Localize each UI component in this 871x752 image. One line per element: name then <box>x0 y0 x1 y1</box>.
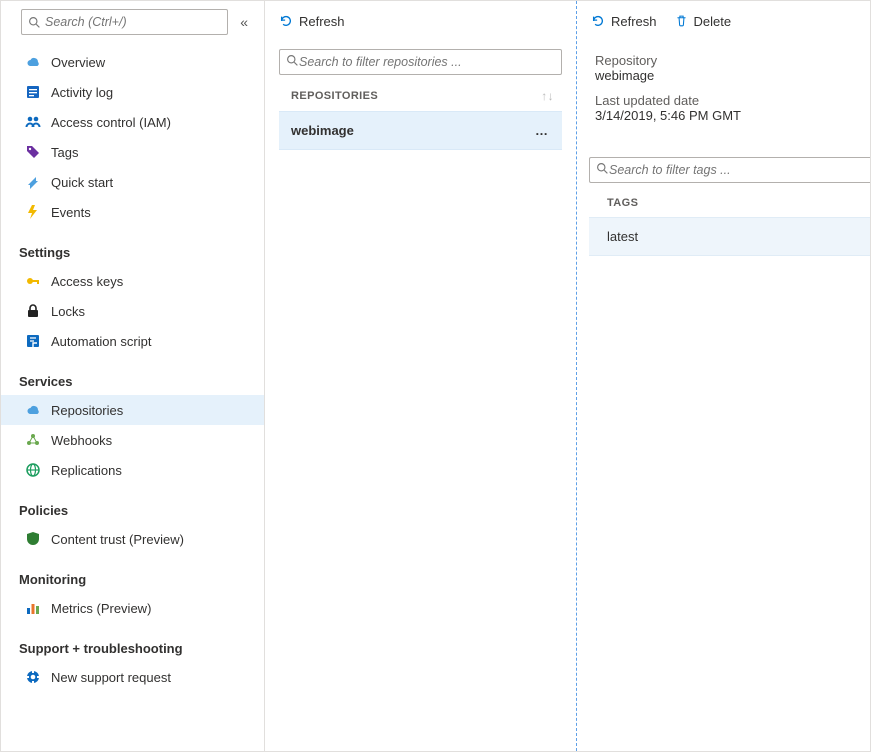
sidebar-item-tags[interactable]: Tags <box>1 137 264 167</box>
sidebar-item-label: Locks <box>51 304 252 319</box>
sidebar-item-label: Activity log <box>51 85 252 100</box>
sidebar-item-replications[interactable]: Replications <box>1 455 264 485</box>
sidebar-item-label: Access control (IAM) <box>51 115 252 130</box>
detail-value: webimage <box>595 68 852 83</box>
collapse-sidebar-button[interactable]: « <box>236 12 252 32</box>
refresh-button[interactable]: Refresh <box>279 14 345 29</box>
sidebar-item-events[interactable]: Events <box>1 197 264 227</box>
tag-icon <box>25 144 41 160</box>
sidebar-item-activity-log[interactable]: Activity log <box>1 77 264 107</box>
more-icon[interactable]: … <box>535 123 550 138</box>
shield-icon <box>25 531 41 547</box>
sidebar-item-label: Access keys <box>51 274 252 289</box>
sidebar-item-label: Overview <box>51 55 252 70</box>
sidebar-item-label: Quick start <box>51 175 252 190</box>
sidebar-item-label: Events <box>51 205 252 220</box>
tag-filter-input[interactable] <box>609 163 864 177</box>
sidebar-item-overview[interactable]: Overview <box>1 47 264 77</box>
repositories-header: REPOSITORIES <box>291 90 378 102</box>
sidebar-item-access-control-iam-[interactable]: Access control (IAM) <box>1 107 264 137</box>
sidebar-item-quick-start[interactable]: Quick start <box>1 167 264 197</box>
repositories-panel: Refresh REPOSITORIES ↑↓ webimage … <box>265 1 577 751</box>
search-icon <box>596 162 609 178</box>
sidebar-item-label: Webhooks <box>51 433 252 448</box>
sidebar-item-webhooks[interactable]: Webhooks <box>1 425 264 455</box>
repo-filter-input[interactable] <box>299 55 555 69</box>
sidebar-search[interactable] <box>21 9 228 35</box>
refresh-icon <box>279 14 293 28</box>
detail-label: Last updated date <box>595 93 852 108</box>
sidebar-item-label: Replications <box>51 463 252 478</box>
tags-header: TAGS <box>589 189 870 217</box>
sidebar-item-label: Content trust (Preview) <box>51 532 252 547</box>
delete-button[interactable]: Delete <box>675 14 732 29</box>
sidebar-item-label: Repositories <box>51 403 252 418</box>
sidebar-item-content-trust-preview-[interactable]: Content trust (Preview) <box>1 524 264 554</box>
sidebar-item-label: Automation script <box>51 334 252 349</box>
log-icon <box>25 84 41 100</box>
script-icon <box>25 333 41 349</box>
sort-icon[interactable]: ↑↓ <box>541 89 554 103</box>
sidebar-item-label: Metrics (Preview) <box>51 601 252 616</box>
nav-group-title: Services <box>1 362 264 395</box>
nav-group-title: Support + troubleshooting <box>1 629 264 662</box>
sidebar-item-metrics-preview-[interactable]: Metrics (Preview) <box>1 593 264 623</box>
trash-icon <box>675 14 688 28</box>
bolt-icon <box>25 204 41 220</box>
refresh-label: Refresh <box>299 14 345 29</box>
chart-icon <box>25 600 41 616</box>
repository-detail-panel: Refresh Delete Repositorywebimage Last up… <box>577 1 870 751</box>
sidebar-item-new-support-request[interactable]: New support request <box>1 662 264 692</box>
tag-item[interactable]: latest <box>589 217 870 256</box>
webhook-icon <box>25 432 41 448</box>
sidebar-item-repositories[interactable]: Repositories <box>1 395 264 425</box>
sidebar-search-input[interactable] <box>45 15 221 29</box>
lock-icon <box>25 303 41 319</box>
sidebar-item-locks[interactable]: Locks <box>1 296 264 326</box>
nav-group-title: Policies <box>1 491 264 524</box>
nav-group-title: Settings <box>1 233 264 266</box>
delete-label: Delete <box>694 14 732 29</box>
repo-filter[interactable] <box>279 49 562 75</box>
quick-icon <box>25 174 41 190</box>
tag-filter[interactable] <box>589 157 870 183</box>
detail-value: 3/14/2019, 5:46 PM GMT <box>595 108 852 123</box>
sidebar-item-label: Tags <box>51 145 252 160</box>
sidebar-item-access-keys[interactable]: Access keys <box>1 266 264 296</box>
sidebar: « Overview Activity log Access control (IA… <box>1 1 265 751</box>
sidebar-item-automation-script[interactable]: Automation script <box>1 326 264 356</box>
sidebar-item-label: New support request <box>51 670 252 685</box>
refresh-icon <box>591 14 605 28</box>
search-icon <box>28 16 41 29</box>
repo-item[interactable]: webimage … <box>279 111 562 150</box>
support-icon <box>25 669 41 685</box>
key-icon <box>25 273 41 289</box>
cloud-icon <box>25 54 41 70</box>
cloud-icon <box>25 402 41 418</box>
repo-name: webimage <box>291 123 354 138</box>
search-icon <box>286 54 299 70</box>
detail-label: Repository <box>595 53 852 68</box>
refresh-button[interactable]: Refresh <box>591 14 657 29</box>
globe-icon <box>25 462 41 478</box>
nav-group-title: Monitoring <box>1 560 264 593</box>
people-icon <box>25 114 41 130</box>
refresh-label: Refresh <box>611 14 657 29</box>
